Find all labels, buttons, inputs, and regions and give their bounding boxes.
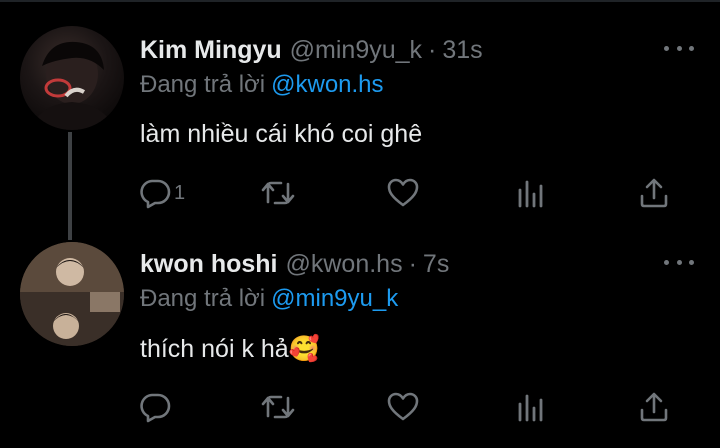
replying-to: Đang trả lời @kwon.hs bbox=[140, 70, 384, 100]
stats-button[interactable] bbox=[516, 173, 546, 213]
separator-dot: · bbox=[428, 36, 437, 64]
stats-icon bbox=[516, 390, 546, 424]
avatar[interactable] bbox=[20, 26, 124, 130]
stats-icon bbox=[516, 176, 546, 210]
retweet-icon bbox=[260, 390, 296, 424]
retweet-button[interactable] bbox=[260, 387, 296, 427]
share-icon bbox=[637, 176, 671, 210]
like-icon bbox=[386, 390, 420, 424]
timestamp[interactable]: 7s bbox=[423, 249, 449, 279]
tweet-text: thích nói k hả🥰 bbox=[140, 335, 320, 363]
reply-count: 1 bbox=[174, 181, 186, 204]
user-handle[interactable]: @kwon.hs bbox=[286, 249, 403, 279]
share-icon bbox=[637, 390, 671, 424]
share-button[interactable] bbox=[637, 173, 671, 213]
reply-icon bbox=[138, 176, 172, 210]
display-name[interactable]: Kim Mingyu bbox=[140, 35, 282, 65]
reply-button[interactable]: 1 bbox=[138, 173, 185, 213]
tweet-header: Kim Mingyu @min9yu_k · 31s bbox=[140, 35, 483, 65]
tweet-header: kwon hoshi @kwon.hs · 7s bbox=[140, 249, 449, 279]
more-icon[interactable] bbox=[664, 38, 694, 58]
replying-to-handle[interactable]: @min9yu_k bbox=[271, 285, 398, 312]
like-icon bbox=[386, 176, 420, 210]
tweet-text: làm nhiều cái khó coi ghê bbox=[140, 120, 423, 148]
user-handle[interactable]: @min9yu_k bbox=[290, 35, 422, 65]
avatar[interactable] bbox=[20, 242, 124, 346]
like-button[interactable] bbox=[386, 387, 420, 427]
separator-dot: · bbox=[408, 250, 417, 278]
replying-to-label: Đang trả lời bbox=[140, 285, 266, 312]
reply-button[interactable] bbox=[138, 387, 174, 427]
share-button[interactable] bbox=[637, 387, 671, 427]
more-icon[interactable] bbox=[664, 252, 694, 272]
stats-button[interactable] bbox=[516, 387, 546, 427]
replying-to-handle[interactable]: @kwon.hs bbox=[271, 71, 383, 98]
like-button[interactable] bbox=[386, 173, 420, 213]
tweet[interactable]: kwon hoshi @kwon.hs · 7s Đang trả lời @mi… bbox=[0, 232, 720, 448]
tweet[interactable]: Kim Mingyu @min9yu_k · 31s Đang trả lời @… bbox=[0, 0, 720, 240]
replying-to: Đang trả lời @min9yu_k bbox=[140, 284, 398, 314]
timestamp[interactable]: 31s bbox=[442, 35, 482, 65]
reply-icon bbox=[138, 390, 172, 424]
thread-line bbox=[68, 132, 72, 240]
retweet-icon bbox=[260, 176, 296, 210]
replying-to-label: Đang trả lời bbox=[140, 71, 266, 98]
retweet-button[interactable] bbox=[260, 173, 296, 213]
display-name[interactable]: kwon hoshi bbox=[140, 249, 278, 279]
